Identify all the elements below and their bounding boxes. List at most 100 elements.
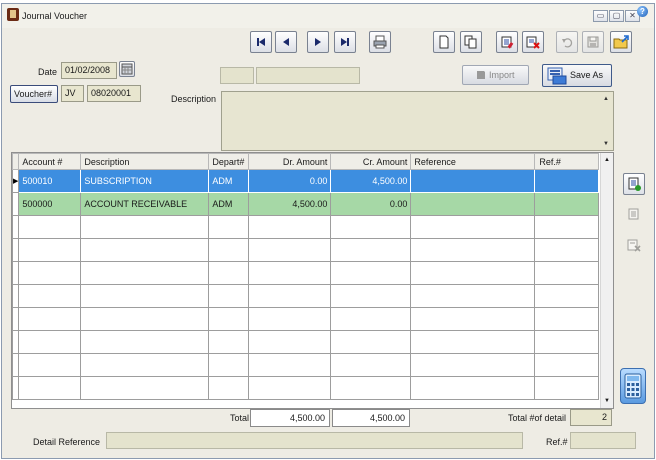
last-record-button[interactable]: [334, 31, 356, 53]
save-button[interactable]: [582, 31, 604, 53]
total-cr-amount: 4,500.00: [332, 409, 410, 427]
export-button[interactable]: [610, 31, 632, 53]
empty-row[interactable]: [12, 353, 600, 377]
insert-row-button[interactable]: [623, 173, 645, 195]
save-as-label: Save As: [570, 70, 604, 80]
scroll-up-icon[interactable]: ▲: [604, 157, 610, 163]
calendar-button[interactable]: [119, 61, 135, 77]
empty-row[interactable]: [12, 215, 600, 239]
journal-lines-table: Account # Description Depart# Dr. Amount…: [12, 153, 600, 400]
delete-row-button[interactable]: [623, 234, 645, 256]
code-field[interactable]: [220, 67, 254, 84]
undo-icon: [562, 38, 573, 48]
edit-button[interactable]: [496, 31, 518, 53]
cell-description[interactable]: ACCOUNT RECEIVABLE: [80, 192, 210, 216]
new-button[interactable]: [433, 31, 455, 53]
scroll-down-icon[interactable]: ▼: [603, 141, 609, 147]
first-record-icon: [257, 38, 265, 46]
accounting-book-icon: [7, 8, 19, 21]
calculator-icon: [624, 373, 642, 399]
edit-icon: [501, 36, 514, 49]
cell-cr-amount[interactable]: 0.00: [330, 192, 412, 216]
cell-dr-amount[interactable]: 4,500.00: [248, 192, 332, 216]
column-header-reference[interactable]: Reference: [410, 153, 536, 170]
cell-reference[interactable]: [410, 169, 536, 193]
copy-button[interactable]: [460, 31, 482, 53]
import-icon: [477, 71, 485, 79]
cell-depart[interactable]: ADM: [208, 192, 250, 216]
print-button[interactable]: [369, 31, 391, 53]
voucher-number-button[interactable]: Voucher#: [10, 85, 58, 103]
save-icon: [587, 36, 599, 48]
edit-row-button[interactable]: [623, 203, 645, 225]
empty-row[interactable]: [12, 307, 600, 331]
cell-dr-amount[interactable]: 0.00: [248, 169, 332, 193]
next-record-button[interactable]: [307, 31, 329, 53]
table-row[interactable]: ▶ 500010 SUBSCRIPTION ADM 0.00 4,500.00: [12, 169, 600, 193]
empty-row[interactable]: [12, 261, 600, 285]
save-as-button[interactable]: Save As: [542, 64, 612, 87]
delete-icon: [526, 36, 540, 49]
undo-button[interactable]: [556, 31, 578, 53]
cell-account[interactable]: 500000: [18, 192, 82, 216]
detail-reference-field[interactable]: [106, 432, 523, 449]
window-title: Journal Voucher: [22, 11, 88, 21]
date-field[interactable]: 01/02/2008: [61, 62, 117, 79]
import-label: Import: [489, 69, 515, 80]
ref-no-field[interactable]: [570, 432, 636, 449]
scroll-up-icon[interactable]: ▲: [603, 96, 609, 102]
calendar-icon: [121, 63, 133, 75]
grid-scrollbar[interactable]: ▲ ▼: [600, 153, 613, 408]
print-icon: [373, 35, 387, 49]
empty-row[interactable]: [12, 284, 600, 308]
delete-button[interactable]: [522, 31, 544, 53]
description-label: Description: [171, 94, 217, 104]
cell-description[interactable]: SUBSCRIPTION: [80, 169, 210, 193]
column-header-dr-amount[interactable]: Dr. Amount: [248, 153, 332, 170]
date-label: Date: [38, 67, 58, 77]
previous-record-icon: [283, 38, 289, 46]
empty-row[interactable]: [12, 376, 600, 400]
description-textarea[interactable]: ▲ ▼: [221, 91, 614, 151]
help-icon[interactable]: ?: [637, 6, 648, 17]
cell-reference[interactable]: [410, 192, 536, 216]
column-header-account[interactable]: Account #: [18, 153, 82, 170]
insert-row-icon: [628, 177, 641, 191]
title-bar: Journal Voucher ▭ ▢ ✕ ?: [2, 4, 654, 28]
name-field[interactable]: [256, 67, 360, 84]
table-row[interactable]: 500000 ACCOUNT RECEIVABLE ADM 4,500.00 0…: [12, 192, 600, 216]
maximize-button[interactable]: ▢: [609, 10, 624, 22]
column-header-cr-amount[interactable]: Cr. Amount: [330, 153, 412, 170]
column-header-description[interactable]: Description: [80, 153, 210, 170]
minimize-button[interactable]: ▭: [593, 10, 608, 22]
cell-ref-no[interactable]: [534, 192, 600, 216]
previous-record-button[interactable]: [275, 31, 297, 53]
scroll-down-icon[interactable]: ▼: [604, 398, 610, 404]
journal-voucher-window: Journal Voucher ▭ ▢ ✕ ? Date 01/02/2008 …: [1, 3, 655, 459]
copy-icon: [464, 35, 477, 49]
cell-account[interactable]: 500010: [18, 169, 82, 193]
voucher-type-field[interactable]: JV: [61, 85, 84, 102]
column-header-depart[interactable]: Depart#: [208, 153, 250, 170]
column-header-ref-no[interactable]: Ref.#: [534, 153, 600, 170]
cell-cr-amount[interactable]: 4,500.00: [330, 169, 412, 193]
detail-reference-label: Detail Reference: [33, 437, 101, 447]
cell-ref-no[interactable]: [534, 169, 600, 193]
delete-row-icon: [627, 239, 641, 252]
empty-row[interactable]: [12, 330, 600, 354]
cell-depart[interactable]: ADM: [208, 169, 250, 193]
empty-row[interactable]: [12, 238, 600, 262]
detail-count-field: 2: [570, 409, 612, 426]
detail-count-label: Total #of detail: [508, 413, 567, 423]
next-record-icon: [315, 38, 321, 46]
first-record-button[interactable]: [250, 31, 272, 53]
total-dr-amount: 4,500.00: [250, 409, 330, 427]
voucher-number-field[interactable]: 08020001: [87, 85, 141, 102]
edit-row-icon: [628, 208, 639, 220]
grid-header-row: Account # Description Depart# Dr. Amount…: [12, 153, 600, 170]
total-label: Total: [230, 413, 250, 423]
journal-lines-grid: Account # Description Depart# Dr. Amount…: [11, 152, 614, 409]
export-icon: [613, 35, 629, 49]
calculator-button[interactable]: [620, 368, 646, 404]
import-button[interactable]: Import: [462, 65, 529, 85]
